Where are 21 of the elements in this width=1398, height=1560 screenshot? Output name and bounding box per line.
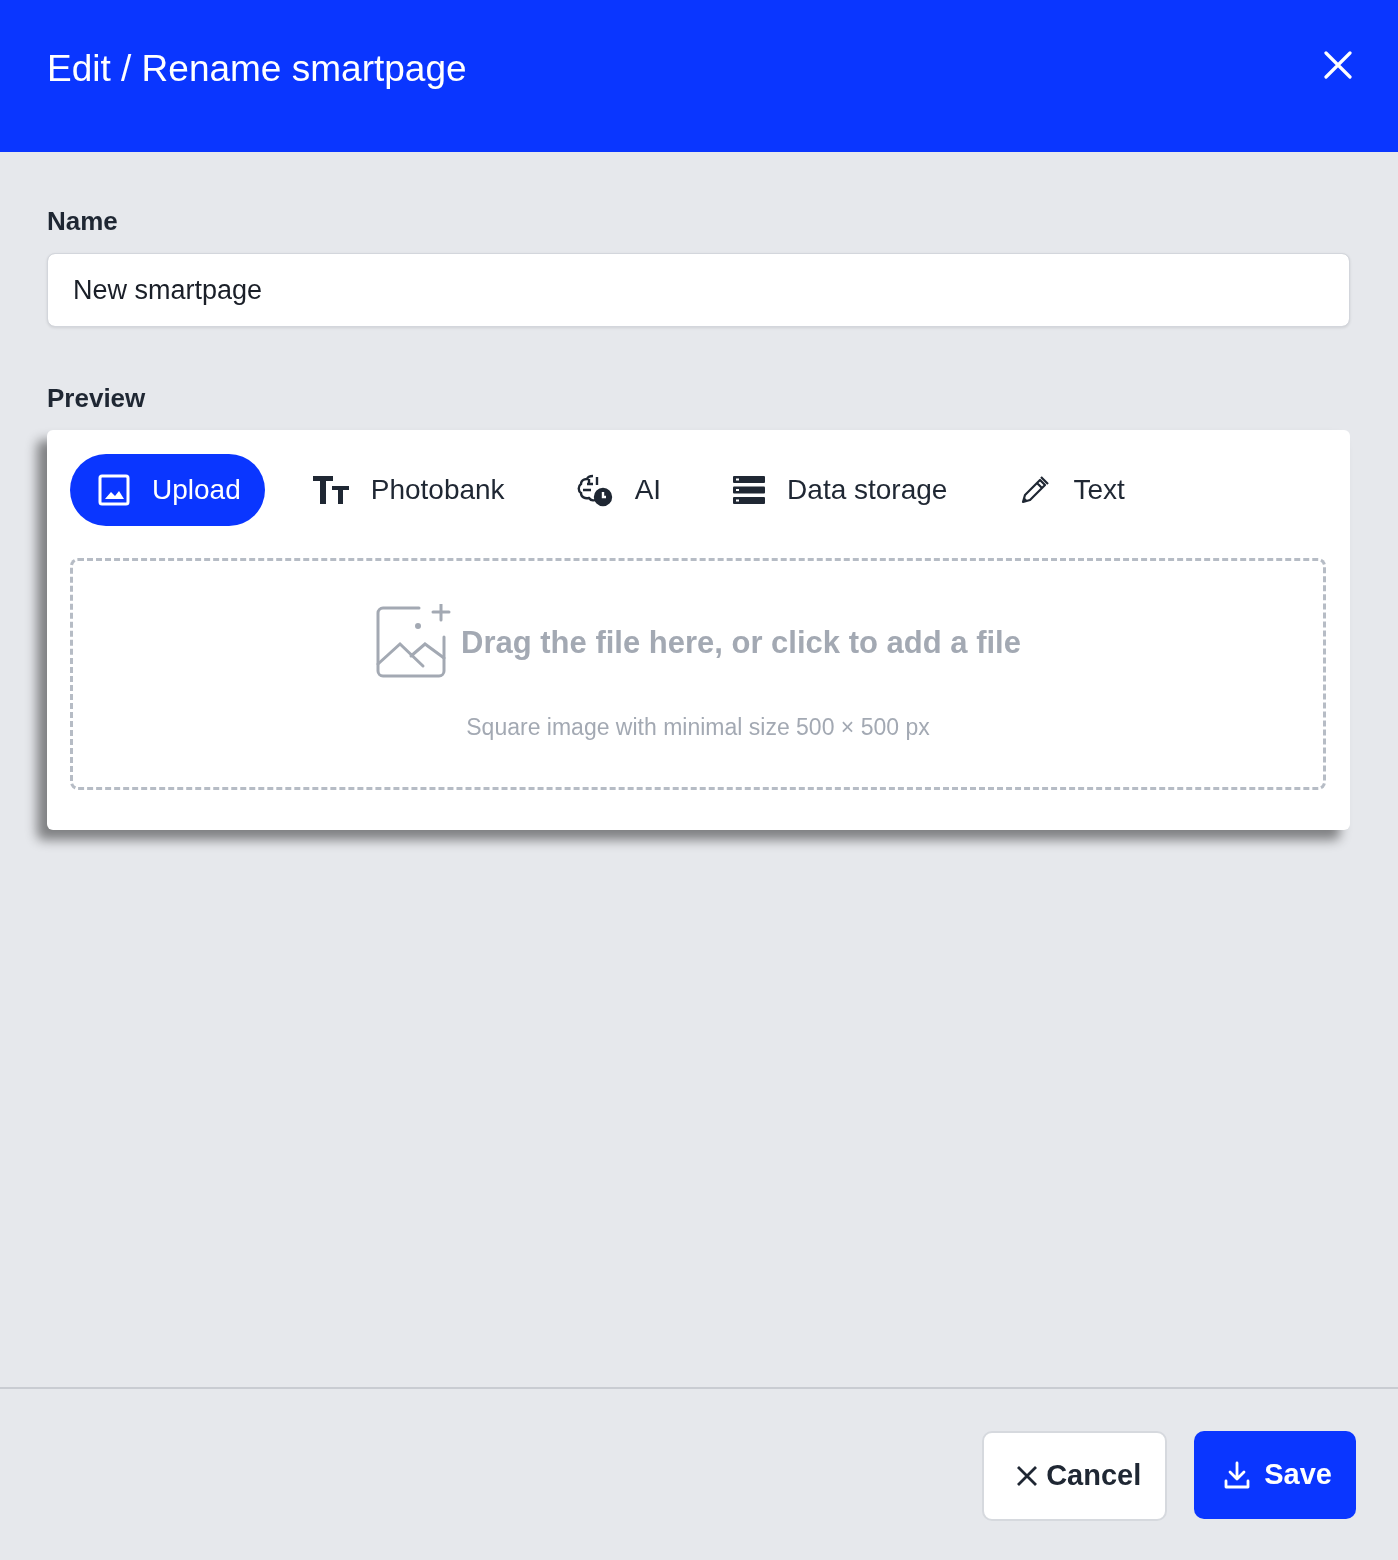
source-tab[interactable]: Photobank: [284, 454, 529, 526]
save-button[interactable]: Save: [1194, 1431, 1356, 1519]
text-size-icon: [312, 475, 349, 505]
source-tab[interactable]: Data storage: [705, 454, 972, 526]
close-icon: [1324, 51, 1352, 79]
brain-clock-icon: [576, 473, 613, 507]
source-tab[interactable]: Upload: [70, 454, 265, 526]
field-label: Name: [47, 205, 119, 238]
source-tab[interactable]: Text: [991, 454, 1149, 526]
image-icon: [98, 474, 130, 506]
server-list-icon: [733, 476, 766, 504]
cancel-button[interactable]: Cancel: [982, 1431, 1168, 1521]
dialog-title: Edit / Rename smartpage: [47, 46, 467, 91]
drop-hint: Square image with minimal size 500 × 500 px: [466, 712, 930, 742]
section-label: Preview: [47, 382, 147, 415]
source-tab[interactable]: AI: [548, 454, 686, 526]
drop-prompt: Drag the file here, or click to add a file: [461, 623, 1021, 662]
name-input-field[interactable]: New smartpage: [47, 253, 1350, 327]
close-icon: [1016, 1465, 1039, 1487]
download-icon: [1224, 1461, 1251, 1489]
close-button[interactable]: [1324, 51, 1352, 79]
